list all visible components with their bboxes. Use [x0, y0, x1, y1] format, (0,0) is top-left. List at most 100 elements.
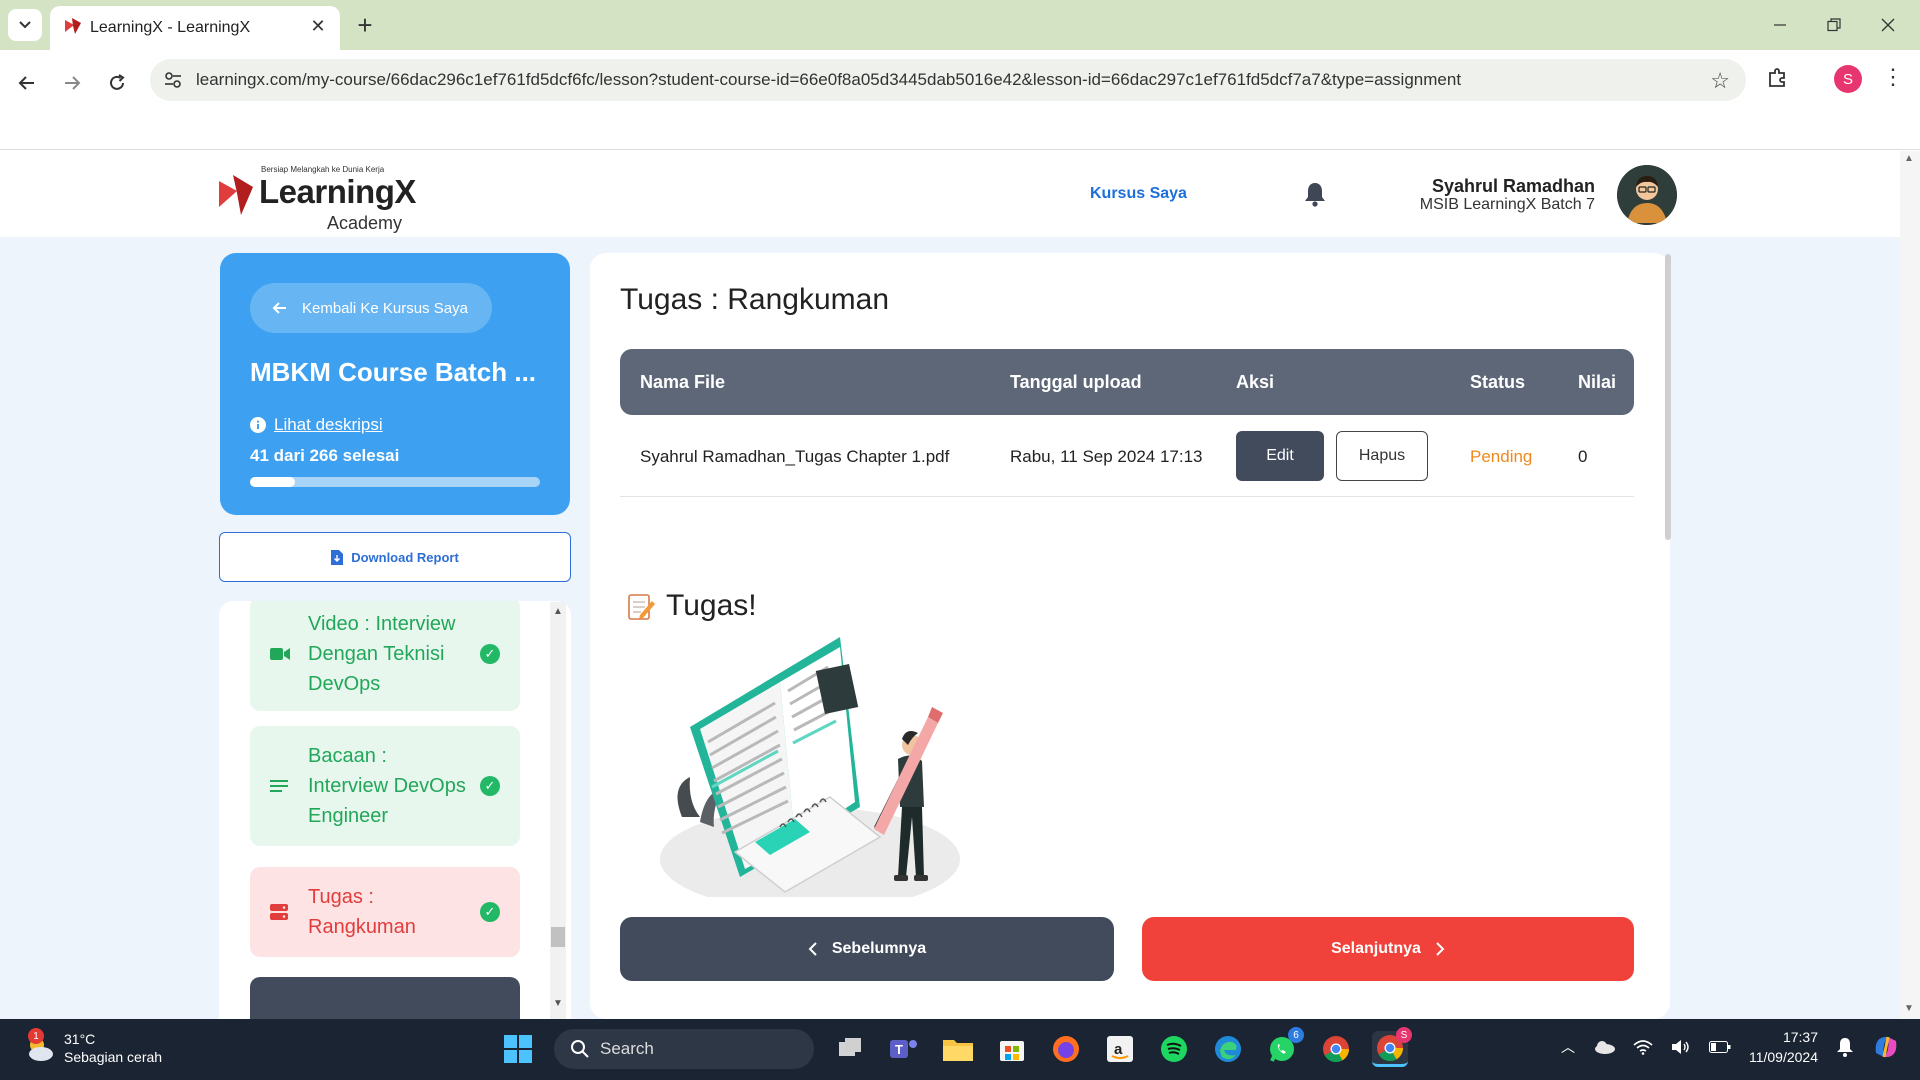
back-nav-button[interactable] [10, 66, 44, 100]
spotify-icon[interactable] [1156, 1031, 1192, 1067]
arrow-right-icon [65, 76, 81, 90]
lesson-item[interactable] [250, 977, 520, 1019]
page-scroll-up-icon[interactable]: ▲ [1904, 153, 1914, 164]
chevron-down-icon [19, 21, 31, 29]
tab-close-icon[interactable]: ✕ [306, 14, 330, 38]
tab-title: LearningX - LearningX [90, 19, 251, 36]
forward-nav-button[interactable] [55, 66, 89, 100]
chevron-up-icon[interactable]: ︿ [1561, 1037, 1575, 1057]
file-explorer-icon[interactable] [940, 1031, 976, 1067]
address-bar[interactable]: learningx.com/my-course/66dac296c1ef761f… [150, 59, 1746, 101]
scroll-down-icon[interactable]: ▼ [550, 998, 566, 1012]
close-icon [1881, 18, 1895, 32]
extensions-button[interactable] [1766, 66, 1790, 95]
delete-button[interactable]: Hapus [1336, 431, 1428, 481]
search-icon [571, 1040, 589, 1058]
wifi-icon[interactable] [1633, 1039, 1653, 1055]
new-tab-button[interactable]: + [350, 10, 380, 40]
assignment-heading: Tugas! [626, 589, 757, 623]
chrome-icon[interactable] [1318, 1031, 1354, 1067]
lesson-item-active[interactable]: Tugas : Rangkuman ✓ [250, 867, 520, 957]
minimize-button[interactable] [1766, 12, 1794, 38]
user-name: Syahrul Ramadhan [1431, 176, 1595, 196]
system-tray: ︿ 17:37 11/09/2024 [1561, 1027, 1900, 1067]
next-lesson-button[interactable]: Selanjutnya [1142, 917, 1634, 981]
page-scroll-down-icon[interactable]: ▼ [1904, 1003, 1914, 1014]
assignment-illustration [660, 637, 960, 897]
video-icon [270, 648, 290, 660]
lesson-item[interactable]: Bacaan : Interview DevOps Engineer ✓ [250, 726, 520, 846]
arrow-left-icon [18, 76, 34, 90]
bookmark-star-icon[interactable]: ☆ [1710, 68, 1730, 94]
download-report-button[interactable]: Download Report [219, 532, 571, 582]
edit-button[interactable]: Edit [1236, 431, 1324, 481]
user-avatar[interactable] [1617, 165, 1677, 225]
lesson-item[interactable]: Video : Interview Dengan Teknisi DevOps … [250, 601, 520, 711]
close-window-button[interactable] [1874, 12, 1902, 38]
view-description-link[interactable]: Lihat deskripsi [250, 415, 383, 435]
edge-icon[interactable] [1210, 1031, 1246, 1067]
notification-bell-icon[interactable] [1836, 1037, 1854, 1057]
upload-date: Rabu, 11 Sep 2024 17:13 [1010, 447, 1203, 466]
lesson-list-scroll-thumb[interactable] [551, 927, 565, 947]
notification-bell-icon[interactable] [1303, 181, 1327, 212]
score-value: 0 [1578, 447, 1588, 466]
lesson-list-scrollbar[interactable] [550, 602, 566, 1019]
start-button[interactable] [500, 1031, 536, 1067]
previous-lesson-button[interactable]: Sebelumnya [620, 917, 1114, 981]
amazon-icon[interactable]: a [1102, 1031, 1138, 1067]
site-info-icon[interactable] [162, 69, 184, 91]
main-content-scrollbar[interactable] [1665, 254, 1671, 540]
column-header: Nama File [640, 372, 726, 392]
status-badge: Pending [1470, 447, 1533, 466]
minimize-icon [1774, 24, 1786, 26]
browser-tab-bar: LearningX - LearningX ✕ + [0, 0, 1920, 50]
tab-search-button[interactable] [8, 9, 42, 41]
onedrive-cloud-icon[interactable] [1593, 1040, 1615, 1054]
check-circle-icon: ✓ [480, 644, 500, 664]
learningx-logo-icon [219, 175, 253, 215]
progress-fill [250, 477, 295, 487]
weather-widget[interactable]: 1 31°C Sebagian cerah [24, 1028, 162, 1066]
memo-icon [628, 594, 655, 620]
column-header: Tanggal upload [1010, 372, 1142, 392]
taskbar-search[interactable]: Search [554, 1029, 814, 1069]
task-view-icon[interactable] [832, 1031, 868, 1067]
system-clock[interactable]: 17:37 11/09/2024 [1749, 1027, 1818, 1067]
more-menu-icon[interactable]: ⋮ [1882, 64, 1904, 90]
task-icon [270, 904, 288, 920]
page-scrollbar[interactable] [1900, 151, 1920, 1019]
whatsapp-icon[interactable]: 6 [1264, 1027, 1304, 1067]
reload-icon [110, 74, 125, 90]
web-page: Bersiap Melangkah ke Dunia Kerja Learnin… [0, 151, 1900, 1019]
assignment-card: Tugas : Rangkuman Nama File Tanggal uplo… [590, 253, 1670, 1019]
nav-kursus-saya-link[interactable]: Kursus Saya [1090, 185, 1187, 203]
whatsapp-badge: 6 [1288, 1027, 1304, 1043]
site-header: Bersiap Melangkah ke Dunia Kerja Learnin… [0, 151, 1900, 237]
logo-wordmark: LearningX [259, 173, 416, 210]
user-avatar-image [1617, 165, 1677, 225]
chevron-right-icon [1436, 942, 1445, 956]
lesson-label: Tugas : Rangkuman [308, 886, 416, 938]
volume-icon[interactable] [1671, 1039, 1691, 1055]
microsoft-store-icon[interactable] [994, 1031, 1030, 1067]
weather-badge: 1 [28, 1028, 44, 1044]
check-circle-icon: ✓ [480, 776, 500, 796]
next-label: Selanjutnya [1331, 940, 1421, 957]
user-role: MSIB LearningX Batch 7 [1419, 196, 1595, 213]
teams-icon[interactable]: T [886, 1031, 922, 1067]
firefox-icon[interactable] [1048, 1031, 1084, 1067]
scroll-up-icon[interactable]: ▲ [550, 606, 566, 620]
browser-tab-active[interactable]: LearningX - LearningX ✕ [50, 6, 340, 50]
list-icon [270, 780, 288, 792]
profile-avatar-button[interactable]: S [1834, 65, 1862, 93]
chevron-left-icon [808, 942, 817, 956]
restore-button[interactable] [1820, 12, 1848, 38]
copilot-icon[interactable] [1872, 1033, 1900, 1061]
back-to-courses-button[interactable]: Kembali Ke Kursus Saya [250, 283, 492, 333]
chrome-profile-active-icon[interactable]: S [1372, 1027, 1412, 1067]
reload-button[interactable] [100, 66, 134, 100]
weather-temp: 31°C [64, 1031, 96, 1047]
battery-icon[interactable] [1708, 1041, 1731, 1053]
arrow-left-icon [272, 302, 286, 314]
